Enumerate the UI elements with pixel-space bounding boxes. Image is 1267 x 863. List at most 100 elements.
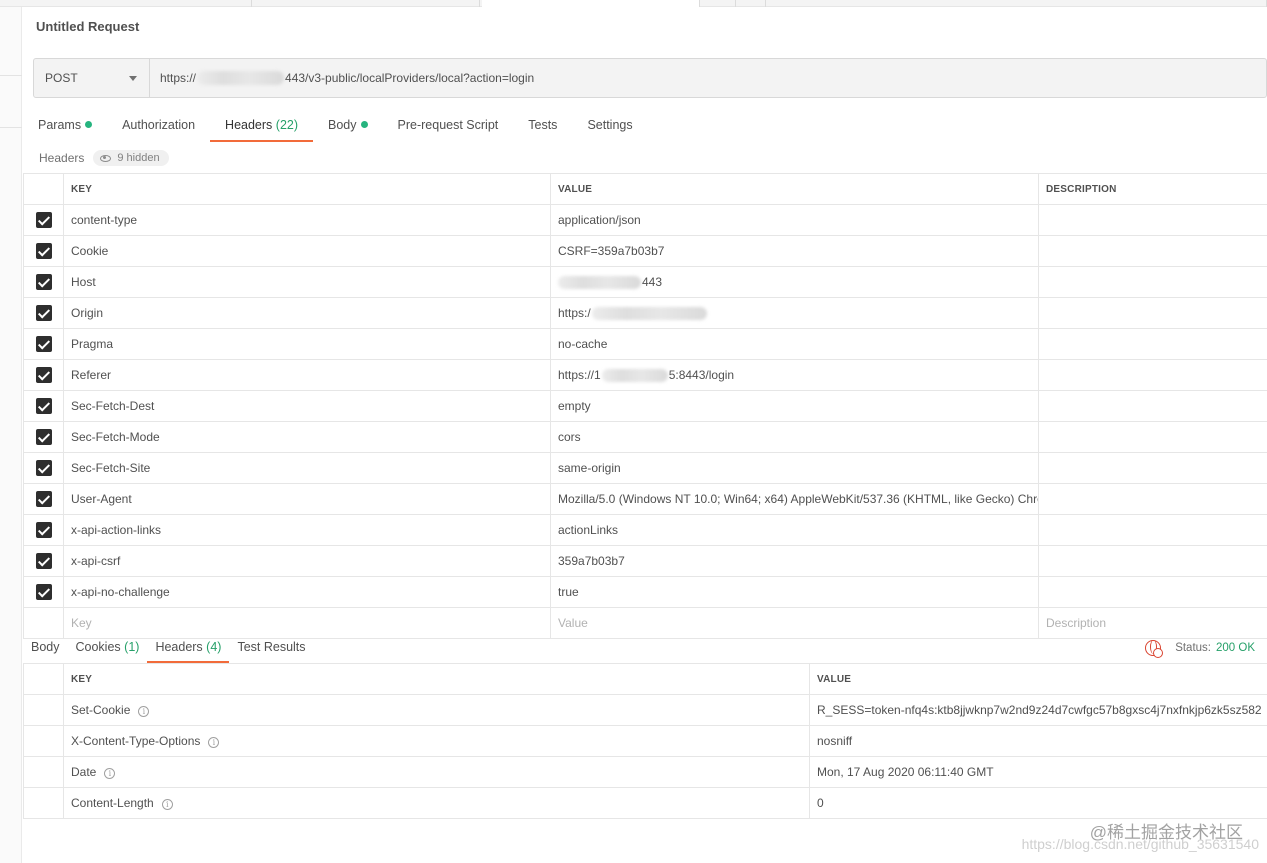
row-checkbox-cell	[23, 545, 64, 577]
status-dot-icon	[360, 121, 368, 128]
window-tab[interactable]	[706, 0, 736, 7]
tab-settings[interactable]: Settings	[572, 110, 647, 141]
tab-response-headers[interactable]: Headers (4)	[147, 631, 230, 663]
checkbox[interactable]	[35, 305, 52, 321]
new-value-input[interactable]: Value	[550, 607, 1039, 639]
header-value[interactable]: application/json	[550, 204, 1039, 236]
checkbox[interactable]	[35, 274, 52, 290]
table-header-row: KEY VALUE DESCRIPTION	[23, 173, 1267, 205]
header-description[interactable]	[1038, 576, 1267, 608]
header-value[interactable]: https:/	[550, 297, 1039, 329]
response-header-key: Date i	[63, 756, 810, 788]
window-tab[interactable]	[258, 0, 480, 7]
tab-response-body[interactable]: Body	[23, 631, 68, 662]
header-description[interactable]	[1038, 204, 1267, 236]
checkbox[interactable]	[35, 243, 52, 259]
tab-label: Body	[328, 118, 357, 132]
checkbox[interactable]	[35, 336, 52, 352]
tab-headers[interactable]: Headers (22)	[210, 110, 313, 142]
header-value[interactable]: https://1 5:8443/login	[550, 359, 1039, 391]
header-description[interactable]	[1038, 452, 1267, 484]
header-key[interactable]: Referer	[63, 359, 551, 391]
window-tab[interactable]	[0, 0, 252, 7]
tab-pre-request-script[interactable]: Pre-request Script	[383, 110, 514, 141]
header-key[interactable]: x-api-no-challenge	[63, 576, 551, 608]
header-description[interactable]	[1038, 297, 1267, 329]
checkbox[interactable]	[35, 460, 52, 476]
header-description[interactable]	[1038, 483, 1267, 515]
status-value[interactable]: 200 OK	[1216, 642, 1255, 654]
hidden-headers-toggle[interactable]: 9 hidden	[93, 150, 169, 166]
checkbox[interactable]	[35, 553, 52, 569]
header-key[interactable]: Host	[63, 266, 551, 298]
request-tabs: Params Authorization Headers (22) Body P…	[23, 110, 648, 142]
window-tab[interactable]	[738, 0, 766, 7]
checkbox[interactable]	[35, 491, 52, 507]
checkbox[interactable]	[35, 522, 52, 538]
url-input[interactable]: https:// 443/v3-public/localProviders/lo…	[150, 59, 534, 97]
checkbox[interactable]	[35, 212, 52, 228]
window-tab[interactable]	[1240, 0, 1267, 7]
request-title[interactable]: Untitled Request	[36, 19, 139, 34]
globe-error-icon[interactable]	[1145, 640, 1164, 658]
info-icon[interactable]: i	[208, 737, 220, 748]
tab-body[interactable]: Body	[313, 110, 383, 141]
tab-params[interactable]: Params	[23, 110, 107, 141]
info-icon[interactable]: i	[104, 768, 116, 779]
key-column-header: KEY	[63, 173, 551, 205]
table-header-row: KEY VALUE	[23, 663, 1267, 695]
header-value[interactable]: CSRF=359a7b03b7	[550, 235, 1039, 267]
header-key[interactable]: Sec-Fetch-Mode	[63, 421, 551, 453]
header-value[interactable]: true	[550, 576, 1039, 608]
header-description[interactable]	[1038, 421, 1267, 453]
tab-count: (22)	[275, 118, 299, 132]
header-key[interactable]: content-type	[63, 204, 551, 236]
checkbox[interactable]	[35, 584, 52, 600]
header-value[interactable]: actionLinks	[550, 514, 1039, 546]
url-prefix: https://	[160, 71, 197, 85]
tab-authorization[interactable]: Authorization	[107, 110, 210, 141]
header-key[interactable]: Sec-Fetch-Dest	[63, 390, 551, 422]
window-tab-active[interactable]	[482, 0, 700, 7]
header-value[interactable]: cors	[550, 421, 1039, 453]
header-key[interactable]: x-api-action-links	[63, 514, 551, 546]
header-key[interactable]: Sec-Fetch-Site	[63, 452, 551, 484]
tab-cookies[interactable]: Cookies (1)	[68, 631, 148, 662]
header-value[interactable]: 443	[550, 266, 1039, 298]
header-key[interactable]: User-Agent	[63, 483, 551, 515]
checkbox[interactable]	[35, 398, 52, 414]
table-row: User-Agent Mozilla/5.0 (Windows NT 10.0;…	[23, 483, 1267, 515]
checkbox[interactable]	[35, 367, 52, 383]
checkbox[interactable]	[35, 429, 52, 445]
header-key[interactable]: Pragma	[63, 328, 551, 360]
header-description[interactable]	[1038, 359, 1267, 391]
header-key[interactable]: x-api-csrf	[63, 545, 551, 577]
header-value[interactable]: empty	[550, 390, 1039, 422]
tab-test-results[interactable]: Test Results	[229, 631, 313, 662]
header-value-text: https:/	[558, 305, 591, 320]
table-row: Date i Mon, 17 Aug 2020 06:11:40 GMT	[23, 756, 1267, 788]
header-value[interactable]: 359a7b03b7	[550, 545, 1039, 577]
new-description-input[interactable]: Description	[1038, 607, 1267, 639]
header-description[interactable]	[1038, 545, 1267, 577]
tab-tests[interactable]: Tests	[513, 110, 572, 141]
table-row: Referer https://1 5:8443/login	[23, 359, 1267, 391]
header-description[interactable]	[1038, 235, 1267, 267]
table-row: x-api-no-challenge true	[23, 576, 1267, 608]
header-description[interactable]	[1038, 390, 1267, 422]
header-description[interactable]	[1038, 514, 1267, 546]
info-icon[interactable]: i	[138, 706, 150, 717]
header-value[interactable]: no-cache	[550, 328, 1039, 360]
header-key[interactable]: Origin	[63, 297, 551, 329]
spacer-cell	[23, 756, 64, 788]
tab-label: Authorization	[122, 118, 196, 132]
header-value[interactable]: same-origin	[550, 452, 1039, 484]
response-tabs: Body Cookies (1) Headers (4) Test Result…	[23, 631, 314, 663]
row-checkbox-cell	[23, 297, 64, 329]
info-icon[interactable]: i	[161, 799, 173, 810]
header-description[interactable]	[1038, 266, 1267, 298]
header-description[interactable]	[1038, 328, 1267, 360]
header-key[interactable]: Cookie	[63, 235, 551, 267]
header-value[interactable]: Mozilla/5.0 (Windows NT 10.0; Win64; x64…	[550, 483, 1039, 515]
method-select[interactable]: POST	[34, 59, 150, 97]
